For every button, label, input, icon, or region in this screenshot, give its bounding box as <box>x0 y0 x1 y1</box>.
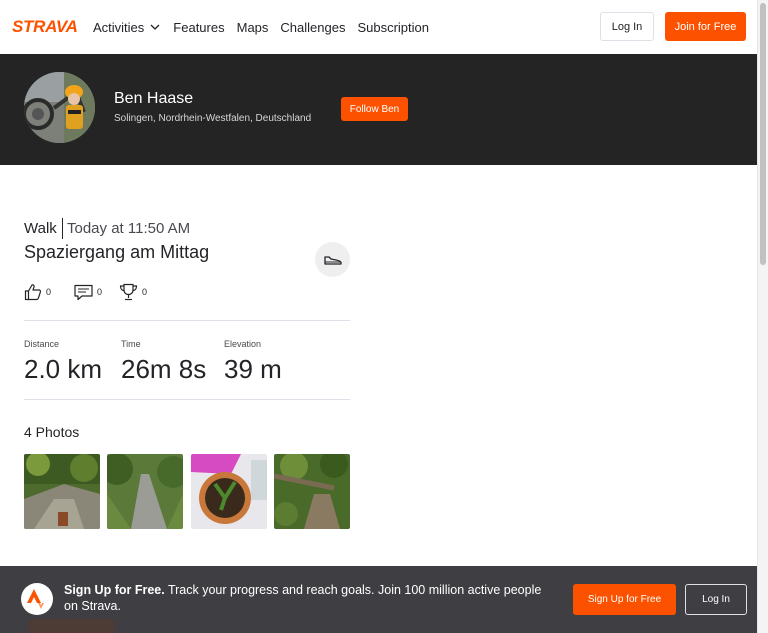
activity-type: Walk <box>24 220 57 237</box>
chevron-down-icon <box>150 24 160 30</box>
stat-distance: Distance 2.0 km <box>24 339 102 385</box>
join-button[interactable]: Join for Free <box>665 12 746 41</box>
signup-message: Sign Up for Free. Track your progress an… <box>64 582 554 614</box>
stat-distance-value: 2.0 km <box>24 354 103 384</box>
nav-maps[interactable]: Maps <box>237 20 269 35</box>
activity-divider <box>62 218 63 239</box>
signup-headline: Sign Up for Free. <box>64 583 165 597</box>
avatar-photo <box>24 72 95 143</box>
photo-thumbnail[interactable] <box>24 454 100 529</box>
stat-time-label: Time <box>121 339 141 349</box>
strava-logo[interactable]: STRAVA <box>12 17 78 37</box>
nav-links: Activities Features Maps Challenges Subs… <box>93 0 429 54</box>
strava-logo-icon <box>27 589 44 609</box>
athlete-name[interactable]: Ben Haase <box>114 90 193 108</box>
divider-bottom <box>24 399 350 400</box>
photos-title: 4 Photos <box>24 424 80 440</box>
stat-time: Time 26m 8s <box>121 339 206 385</box>
stat-elevation-value: 39 m <box>224 354 282 384</box>
scrollbar[interactable] <box>757 0 768 633</box>
kudos-count: 0 <box>46 287 52 297</box>
social-actions: 0 0 0 <box>24 282 160 302</box>
stat-elevation-label: Elevation <box>224 339 262 349</box>
photo-forest-trail <box>274 454 350 529</box>
photo-forest-path-2 <box>107 454 183 529</box>
activity-time: Today at 11:50 AM <box>67 220 191 237</box>
nav-activities-label: Activities <box>93 19 145 35</box>
comment-icon <box>74 284 93 300</box>
photo-plant-pot <box>191 454 267 529</box>
athlete-location: Solingen, Nordrhein-Westfalen, Deutschla… <box>114 113 312 124</box>
photo-thumbnail[interactable] <box>274 454 350 529</box>
stat-distance-label: Distance <box>24 339 60 349</box>
achievements-count: 0 <box>142 287 148 297</box>
strava-badge <box>21 583 53 615</box>
signup-button[interactable]: Sign Up for Free <box>573 584 676 615</box>
sport-badge <box>315 242 350 277</box>
photo-thumbnail[interactable] <box>107 454 183 529</box>
nav-activities[interactable]: Activities <box>93 20 160 35</box>
activity-title: Spaziergang am Mittag <box>24 242 210 262</box>
avatar[interactable] <box>24 72 95 143</box>
nav-features[interactable]: Features <box>173 20 224 35</box>
top-nav: STRAVA Activities Features Maps Challeng… <box>0 0 757 54</box>
follow-button[interactable]: Follow Ben <box>341 97 408 121</box>
divider-top <box>24 320 350 321</box>
page: STRAVA Activities Features Maps Challeng… <box>0 0 768 633</box>
scrollbar-thumb[interactable] <box>760 3 766 265</box>
nav-subscription[interactable]: Subscription <box>357 20 429 35</box>
thumbs-up-icon <box>24 284 42 301</box>
nav-challenges[interactable]: Challenges <box>280 20 345 35</box>
athlete-header: Ben Haase Solingen, Nordrhein-Westfalen,… <box>0 54 757 165</box>
signup-login-button[interactable]: Log In <box>685 584 747 615</box>
shoe-icon <box>323 255 342 265</box>
stat-elevation: Elevation 39 m <box>224 339 282 385</box>
comments-count: 0 <box>97 287 103 297</box>
partial-element <box>28 619 115 633</box>
comments-button[interactable]: 0 <box>74 284 102 301</box>
photo-forest-path-1 <box>24 454 100 529</box>
achievements-button[interactable]: 0 <box>119 283 147 301</box>
kudos-button[interactable]: 0 <box>24 283 51 301</box>
trophy-icon <box>119 283 138 301</box>
photo-thumbnail[interactable] <box>191 454 267 529</box>
stat-time-value: 26m 8s <box>121 354 207 384</box>
login-button[interactable]: Log In <box>600 12 654 41</box>
